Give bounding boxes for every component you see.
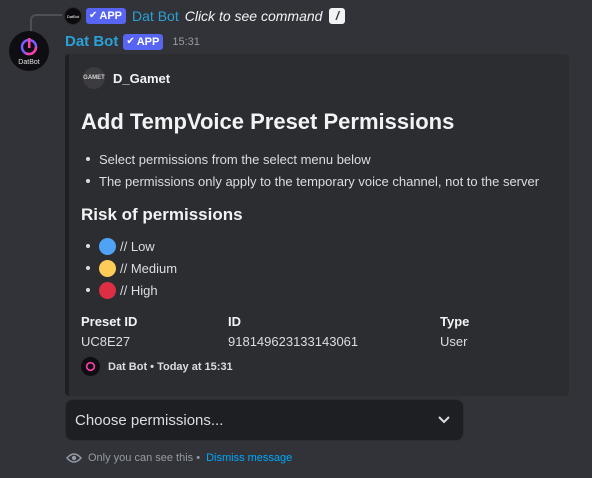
timestamp[interactable]: 15:31 [172,36,200,48]
risk-item-high: // High [81,279,177,301]
field-id: ID 918149623133143061 [228,314,359,349]
embed-footer: Dat Bot • Today at 15:31 [81,357,233,376]
list-item: The permissions only apply to the tempor… [81,170,539,192]
author-name: D_Gamet [113,70,171,86]
reply-connector [30,14,62,32]
eye-icon [66,453,82,463]
author-icon: GAMET [83,67,105,89]
chevron-down-icon [434,410,454,430]
reply-reference[interactable]: DatBot ✔ APP Dat Bot Click to see command… [64,7,346,25]
footer-bot-icon [81,357,100,376]
embed-title: Add TempVoice Preset Permissions [81,109,455,134]
field-type: Type User [440,314,470,349]
field-preset-id: Preset ID UC8E27 [81,314,138,349]
embed-author: GAMET D_Gamet [83,67,170,89]
bullet-icon [86,266,90,270]
risk-item-low: // Low [81,235,177,257]
reply-bot-name[interactable]: Dat Bot [132,8,179,24]
select-placeholder: Choose permissions... [75,411,224,429]
bullet-icon [86,179,90,183]
ephemeral-text: Only you can see this • [88,452,201,464]
bullet-icon [86,244,90,248]
reply-command-link[interactable]: Click to see command [185,8,323,24]
risk-heading: Risk of permissions [81,205,243,224]
avatar[interactable]: DatBot [9,31,49,71]
dismiss-message-link[interactable]: Dismiss message [206,452,292,464]
check-icon: ✔ [126,35,135,47]
bullet-icon [86,157,90,161]
reply-bot-avatar[interactable]: DatBot [64,7,82,25]
ephemeral-notice: Only you can see this • Dismiss message [66,452,292,464]
avatar-label: DatBot [18,58,40,66]
app-badge: ✔ APP [123,33,164,50]
blue-circle-icon [99,237,116,255]
bot-logo-icon [20,37,38,55]
slash-command-icon: / [329,8,346,24]
permissions-select[interactable]: Choose permissions... [65,399,464,441]
risk-item-medium: // Medium [81,257,177,279]
embed: GAMET D_Gamet Add TempVoice Preset Permi… [65,54,569,396]
risk-list: // Low // Medium // High [81,235,177,301]
red-circle-icon [99,281,116,299]
username[interactable]: Dat Bot [65,33,118,50]
yellow-circle-icon [99,259,116,277]
reply-app-badge: ✔ APP [86,8,127,24]
list-item: Select permissions from the select menu … [81,148,539,170]
bullet-icon [86,288,90,292]
instruction-list: Select permissions from the select menu … [81,148,539,192]
footer-text: Dat Bot • Today at 15:31 [108,360,233,373]
message-header: Dat Bot ✔ APP 15:31 [65,33,200,50]
check-icon: ✔ [89,10,98,21]
